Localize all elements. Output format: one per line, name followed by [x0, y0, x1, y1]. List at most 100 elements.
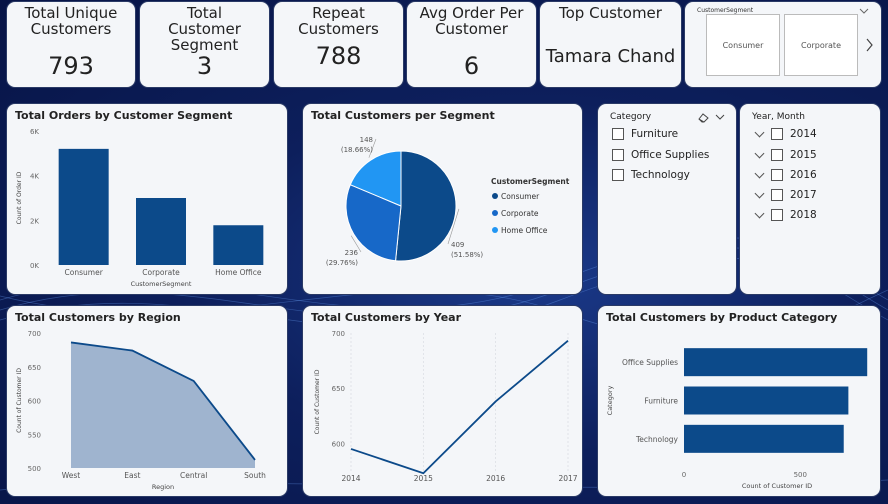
segment-slicer-title: CustomerSegment: [697, 7, 754, 14]
option-label: Furniture: [631, 128, 679, 140]
segment-tile-consumer[interactable]: Consumer: [706, 14, 780, 76]
category-option-office-supplies[interactable]: Office Supplies: [612, 149, 709, 161]
checkbox[interactable]: [612, 169, 624, 181]
chevron-expand-icon[interactable]: [754, 208, 765, 218]
legend-label: Home Office: [501, 226, 548, 235]
year-option-2018[interactable]: 2018: [754, 208, 817, 221]
legend-label: Consumer: [501, 192, 540, 201]
kpi-title: Total Unique Customers: [24, 4, 118, 38]
data-label-pct: (18.66%): [341, 146, 373, 154]
x-tick-label: 0: [682, 471, 686, 479]
legend-label: Corporate: [501, 209, 539, 218]
orders-by-segment-chart: 0K 2K 4K 6K Consumer Corporate Home Office Cust…: [16, 128, 264, 288]
kpi-title: Total Customer Segment: [168, 4, 241, 54]
y-axis-label: Count of Customer ID: [314, 369, 321, 434]
kpi-card-top-customer[interactable]: Top Customer Tamara Chand: [539, 1, 682, 88]
checkbox[interactable]: [771, 128, 783, 140]
pie-slice: [395, 150, 457, 262]
data-label: 236: [345, 249, 359, 257]
option-label: Office Supplies: [631, 149, 710, 161]
chevron-expand-icon[interactable]: [754, 188, 765, 198]
checkbox[interactable]: [612, 128, 624, 140]
series-line: [350, 340, 569, 475]
bar: [213, 225, 264, 265]
eraser-icon[interactable]: [697, 112, 709, 123]
year-slicer: Year, Month 2014 2015 2016 2017 2018: [739, 103, 881, 295]
customers-by-year-panel: Total Customers by Year 600 650 700 2014 201…: [302, 305, 583, 497]
year-option-2015[interactable]: 2015: [754, 148, 817, 161]
year-option-2017[interactable]: 2017: [754, 188, 817, 201]
chevron-expand-icon[interactable]: [754, 168, 765, 178]
x-tick-label: 2015: [414, 474, 433, 483]
data-label-pct: (29.76%): [326, 259, 358, 267]
category-slicer: Category Furniture Office Supplies Techn…: [597, 103, 737, 295]
legend-marker: [492, 193, 498, 199]
x-tick-label: Corporate: [142, 268, 180, 277]
bar: [136, 198, 186, 265]
checkbox[interactable]: [771, 209, 783, 221]
y-tick-label: 2K: [30, 217, 39, 225]
y-tick-label: 550: [28, 431, 41, 439]
kpi-card-avg-order[interactable]: Avg Order Per Customer 6: [406, 1, 537, 88]
segment-slicer[interactable]: CustomerSegment Consumer Corporate: [684, 1, 882, 88]
kpi-title: Avg Order Per Customer: [419, 4, 524, 38]
kpi-value: 3: [196, 52, 213, 80]
chevron-down-icon[interactable]: [859, 7, 869, 15]
kpi-card-unique-customers[interactable]: Total Unique Customers 793: [6, 1, 136, 88]
x-tick-label: South: [244, 471, 266, 480]
bar: [684, 424, 844, 453]
kpi-card-repeat-customers[interactable]: Repeat Customers 788: [273, 1, 404, 88]
y-tick-label: 700: [332, 330, 345, 338]
category-option-furniture[interactable]: Furniture: [612, 128, 678, 140]
x-tick-label: 500: [794, 471, 807, 479]
kpi-title: Repeat Customers: [298, 4, 379, 38]
chevron-right-icon[interactable]: [865, 38, 873, 52]
y-tick-label: Furniture: [644, 397, 678, 406]
chevron-down-icon[interactable]: [715, 113, 725, 121]
x-tick-label: West: [62, 471, 80, 480]
bar: [684, 348, 868, 377]
x-tick-label: Home Office: [215, 268, 262, 277]
area-fill: [71, 342, 255, 468]
kpi-card-customer-segment[interactable]: Total Customer Segment 3: [139, 1, 270, 88]
checkbox[interactable]: [771, 169, 783, 181]
legend-title: CustomerSegment: [491, 177, 570, 186]
y-tick-label: 500: [28, 465, 41, 473]
x-tick-label: Consumer: [65, 268, 104, 277]
y-tick-label: 700: [28, 330, 41, 338]
year-option-2014[interactable]: 2014: [754, 127, 817, 140]
y-tick-label: Technology: [635, 435, 679, 444]
kpi-value: 6: [463, 52, 480, 80]
customers-by-category-panel: Total Customers by Product Category Offi…: [597, 305, 881, 497]
chevron-expand-icon[interactable]: [754, 148, 765, 158]
checkbox[interactable]: [612, 149, 624, 161]
data-label-pct: (51.58%): [451, 251, 483, 259]
bar: [58, 148, 109, 265]
option-label: 2017: [790, 189, 817, 201]
orders-by-segment-panel: Total Orders by Customer Segment 0K 2K 4K 6…: [6, 103, 288, 295]
category-option-technology[interactable]: Technology: [612, 169, 690, 181]
customers-per-segment-chart: 409 (51.58%) 236 (29.76%) 148 (18.66%) Custome…: [326, 136, 570, 267]
x-tick-label: 2017: [558, 474, 577, 483]
chevron-expand-icon[interactable]: [754, 127, 765, 137]
x-axis-label: Region: [152, 483, 174, 491]
kpi-value: Tamara Chand: [545, 46, 676, 67]
checkbox[interactable]: [771, 189, 783, 201]
kpi-title: Top Customer: [559, 4, 662, 22]
year-option-2016[interactable]: 2016: [754, 168, 817, 181]
legend-marker: [492, 210, 498, 216]
bar: [684, 386, 849, 415]
segment-tile-corporate[interactable]: Corporate: [784, 14, 858, 76]
x-tick-label: 2014: [341, 474, 360, 483]
checkbox[interactable]: [771, 149, 783, 161]
data-label: 148: [360, 136, 373, 144]
category-slicer-title: Category: [610, 112, 652, 122]
y-tick-label: Office Supplies: [622, 358, 678, 367]
option-label: 2018: [790, 209, 817, 221]
year-slicer-title: Year, Month: [752, 112, 805, 122]
y-tick-label: 650: [332, 385, 345, 393]
x-axis-label: CustomerSegment: [131, 280, 192, 288]
option-label: 2016: [790, 169, 817, 181]
y-axis-label: Count of Customer ID: [16, 368, 23, 433]
x-tick-label: 2016: [486, 474, 505, 483]
